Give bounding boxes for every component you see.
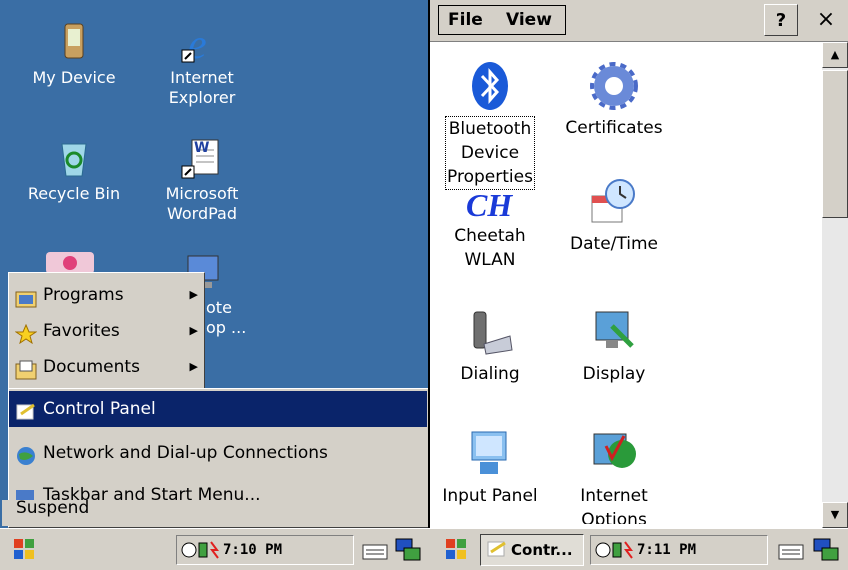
menu-item-label: Control Panel [43, 399, 156, 419]
scroll-down-button[interactable]: ▼ [822, 502, 848, 528]
menu-item-label: Network and Dial-up Connections [43, 443, 328, 463]
desktop-icon-label: Recycle Bin [27, 184, 121, 203]
certificates-gear-icon [588, 60, 640, 112]
partially-hidden-icon [40, 250, 100, 274]
desktop-switch-icon[interactable] [394, 537, 422, 563]
cp-item-label: Date/Time [570, 234, 658, 254]
start-button[interactable] [438, 535, 474, 565]
desktop-icon-my-device[interactable]: My Device [14, 20, 134, 88]
menu-item-label: Programs [43, 285, 124, 305]
favorites-star-icon [14, 321, 38, 345]
control-panel-icon [15, 399, 37, 420]
system-tray-left: 7:10 PM [176, 535, 354, 565]
input-panel-icon [464, 428, 516, 480]
cp-item-label: Input Panel [442, 486, 538, 506]
my-device-icon [52, 20, 96, 64]
cp-item-label: Display [582, 364, 646, 384]
submenu-arrow-icon: ▶ [189, 360, 198, 373]
start-button[interactable] [6, 535, 42, 565]
desktop-icon-wordpad[interactable]: W Microsoft WordPad [142, 136, 262, 224]
menu-view[interactable]: View [506, 6, 552, 34]
close-button[interactable]: × [806, 4, 846, 36]
menu-item-label: Favorites [43, 321, 120, 341]
desktop-icon-label: Microsoft WordPad [165, 184, 239, 223]
date-time-icon [588, 176, 640, 228]
display-icon [588, 306, 640, 358]
scroll-thumb[interactable] [822, 70, 848, 218]
help-button[interactable]: ? [764, 4, 798, 36]
cp-item-date-time[interactable]: Date/Time [554, 176, 674, 256]
desktop-icon-label: My Device [32, 68, 116, 87]
svg-text:W: W [194, 140, 209, 156]
taskbar-button-control-panel[interactable]: Contr... [480, 534, 584, 566]
menu-item-label: Documents [43, 357, 140, 377]
control-panel-window: File View ? × Bluetooth Device Propertie… [428, 0, 848, 528]
internet-explorer-icon: e [180, 20, 224, 68]
desktop-icon-recycle-bin[interactable]: Recycle Bin [14, 136, 134, 204]
start-menu: Programs ▶ Favorites ▶ Documents ▶ Contr… [8, 272, 430, 528]
cp-item-bluetooth[interactable]: Bluetooth Device Properties [430, 60, 550, 190]
clock-time[interactable]: 7:10 PM [223, 542, 282, 558]
cp-item-label: Cheetah WLAN [454, 226, 526, 270]
system-tray-right: 7:11 PM [590, 535, 768, 565]
clock-time[interactable]: 7:11 PM [637, 542, 696, 558]
start-menu-top-section: Programs ▶ Favorites ▶ Documents ▶ [8, 272, 205, 390]
bluetooth-icon [464, 60, 516, 112]
network-globe-icon [15, 443, 37, 465]
windows-logo-icon [14, 539, 34, 559]
taskbar-right: Contr... 7:11 PM [428, 528, 848, 570]
submenu-arrow-icon: ▶ [189, 324, 198, 337]
tray-status-icons [181, 540, 221, 570]
wordpad-icon: W [180, 136, 224, 180]
keyboard-icon[interactable] [362, 537, 388, 563]
internet-options-icon [588, 428, 640, 480]
menu-file[interactable]: File [448, 6, 483, 34]
cp-item-certificates[interactable]: Certificates [554, 60, 674, 140]
keyboard-icon[interactable] [778, 537, 804, 563]
dialing-icon [464, 306, 516, 358]
menu-item-suspend[interactable]: Suspend [2, 500, 202, 526]
windows-logo-icon [446, 539, 466, 559]
menu-item-label: Suspend [16, 500, 90, 518]
cp-item-label: Certificates [565, 118, 663, 138]
cp-item-dialing[interactable]: Dialing [430, 306, 550, 386]
control-panel-icon [487, 540, 507, 570]
svg-text:CH: CH [466, 187, 513, 220]
cheetah-wlan-icon: CH [464, 186, 516, 223]
cp-item-display[interactable]: Display [554, 306, 674, 386]
cp-item-label: Internet Options [580, 486, 648, 524]
menu-item-documents[interactable]: Documents ▶ [9, 349, 204, 385]
tray-status-icons [595, 540, 635, 570]
menu-item-favorites[interactable]: Favorites ▶ [9, 313, 204, 349]
recycle-bin-icon [52, 136, 96, 180]
desktop-icon-label: Internet Explorer [168, 68, 236, 107]
programs-folder-icon [15, 285, 37, 308]
cp-item-internet-options[interactable]: Internet Options [554, 428, 674, 524]
menu-bar: File View ? × [430, 0, 848, 42]
desktop-icon-internet-explorer[interactable]: e Internet Explorer [142, 20, 262, 108]
documents-folder-icon [15, 357, 37, 380]
cp-item-cheetah-wlan[interactable]: CH Cheetah WLAN [430, 186, 550, 272]
taskbar-left: 7:10 PM [0, 528, 428, 570]
cp-item-label: Bluetooth Device Properties [445, 116, 535, 190]
desktop-switch-icon[interactable] [812, 537, 840, 563]
cp-item-label: Dialing [460, 364, 520, 384]
menu-item-network-connections[interactable]: Network and Dial-up Connections [9, 435, 427, 471]
vertical-scrollbar[interactable]: ▲ ▼ [822, 42, 848, 528]
menu-item-programs[interactable]: Programs ▶ [9, 277, 204, 313]
submenu-arrow-icon: ▶ [189, 288, 198, 301]
task-label: Contr... [511, 541, 573, 559]
cp-item-input-panel[interactable]: Input Panel [430, 428, 550, 508]
menu-item-control-panel[interactable]: Control Panel [9, 391, 427, 427]
scroll-up-button[interactable]: ▲ [822, 42, 848, 68]
